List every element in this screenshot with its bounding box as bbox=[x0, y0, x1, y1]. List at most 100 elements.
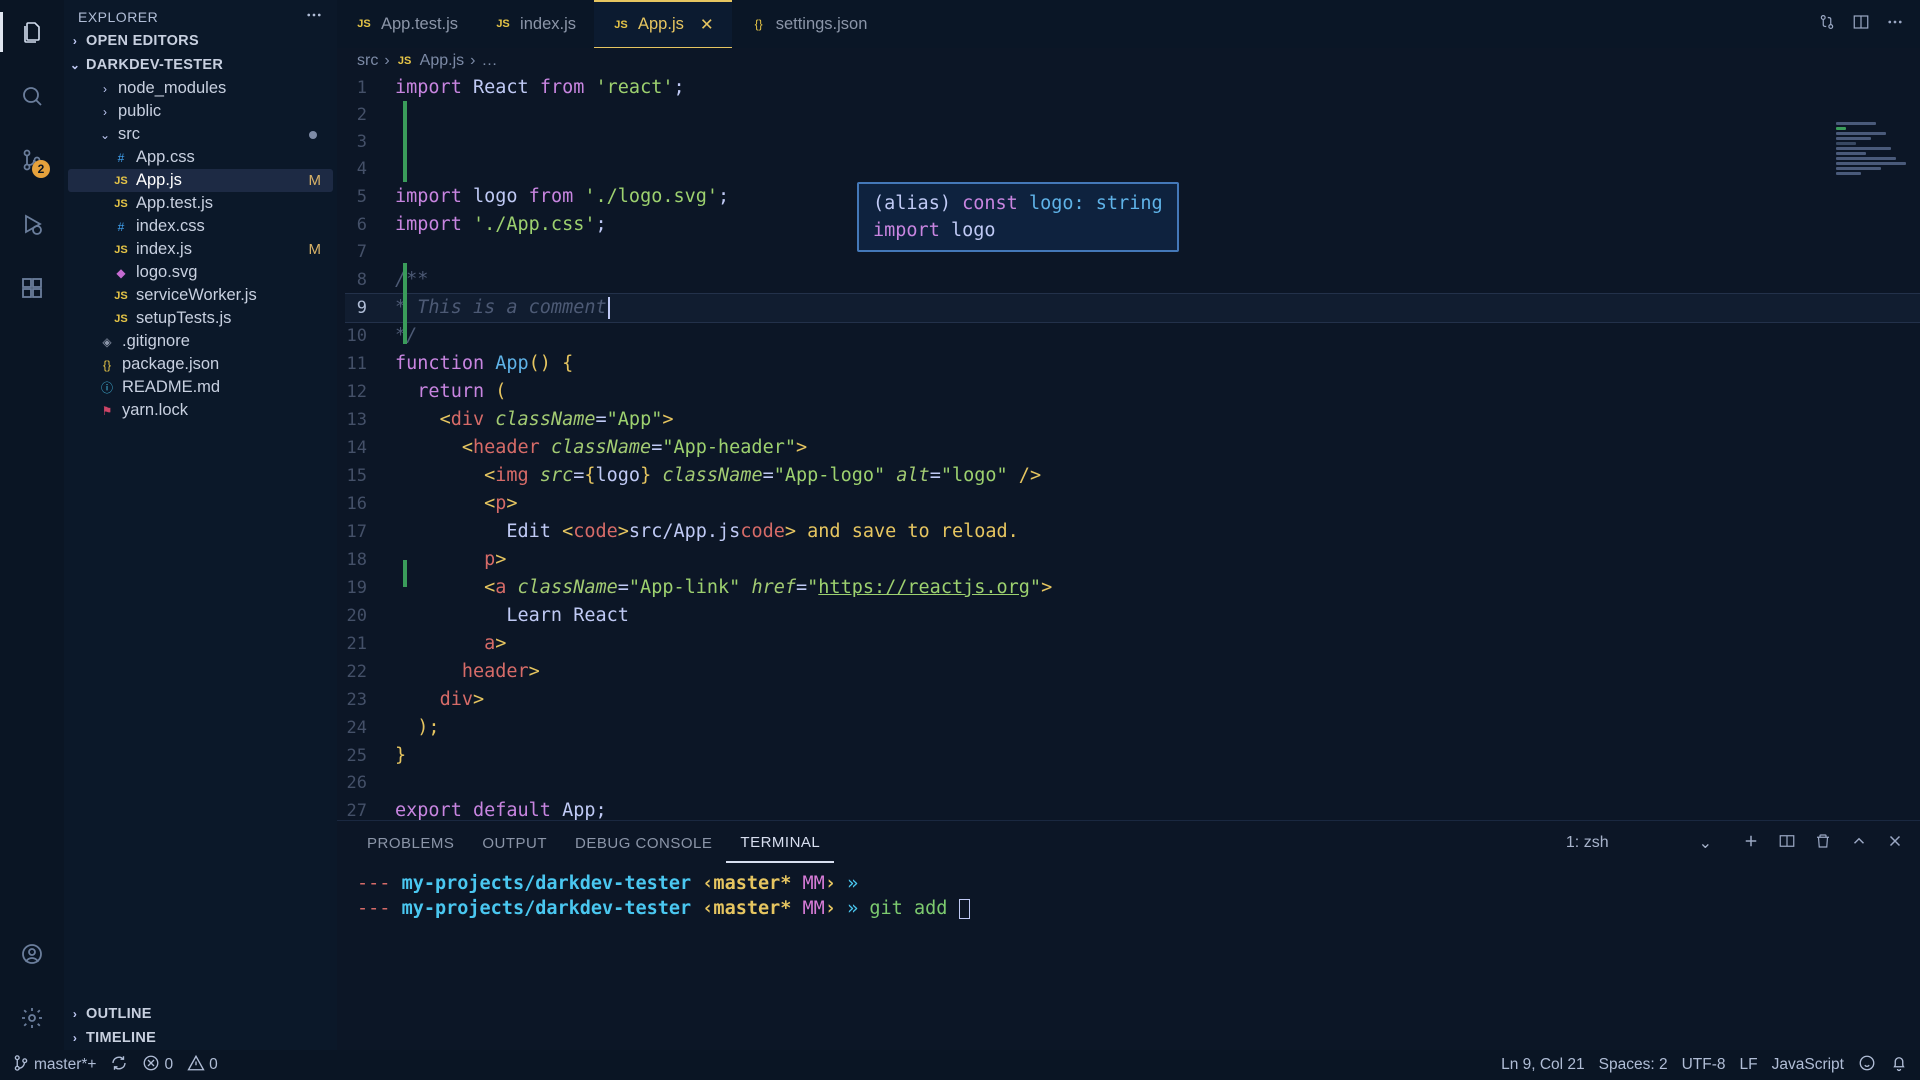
line-number: 25 bbox=[345, 743, 395, 770]
js-icon: JS bbox=[112, 290, 130, 302]
status-bell[interactable] bbox=[1890, 1054, 1908, 1077]
tree-file[interactable]: JSindex.jsM bbox=[68, 238, 333, 261]
activity-explorer[interactable] bbox=[12, 12, 52, 52]
activity-scm[interactable]: 2 bbox=[12, 140, 52, 180]
project-section[interactable]: ⌄DARKDEV-TESTER bbox=[64, 53, 337, 77]
js-icon: JS bbox=[112, 244, 130, 256]
tree-file[interactable]: #index.css bbox=[68, 215, 333, 238]
tree-file[interactable]: ⚑yarn.lock bbox=[68, 399, 333, 422]
close-icon[interactable] bbox=[1886, 832, 1904, 855]
status-branch[interactable]: master*+ bbox=[12, 1054, 96, 1077]
code-line: 16 <p> bbox=[345, 490, 1920, 518]
activity-accounts[interactable] bbox=[12, 934, 52, 974]
code-line: 19 <a className="App-link" href="https:/… bbox=[345, 574, 1920, 602]
split-terminal-icon[interactable] bbox=[1778, 832, 1796, 855]
chevron-down-icon: ⌄ bbox=[98, 128, 112, 142]
line-number: 23 bbox=[345, 687, 395, 714]
activity-bar: 2 bbox=[0, 0, 64, 1050]
gear-icon bbox=[20, 1006, 44, 1030]
warning-icon bbox=[187, 1054, 205, 1077]
new-terminal-icon[interactable] bbox=[1742, 832, 1760, 855]
editor-tab[interactable]: JSApp.test.js bbox=[337, 0, 476, 48]
line-number: 7 bbox=[345, 239, 395, 266]
tree-label: App.test.js bbox=[136, 194, 213, 213]
panel-tab-problems[interactable]: PROBLEMS bbox=[353, 825, 468, 862]
line-number: 3 bbox=[345, 129, 395, 156]
open-editors-section[interactable]: ›OPEN EDITORS bbox=[64, 29, 337, 53]
tree-label: logo.svg bbox=[136, 263, 197, 282]
breadcrumb[interactable]: src› JS App.js› … bbox=[337, 48, 1920, 74]
tree-file[interactable]: ◆logo.svg bbox=[68, 261, 333, 284]
line-number: 14 bbox=[345, 435, 395, 462]
line-number: 27 bbox=[345, 798, 395, 820]
status-errors[interactable]: 0 bbox=[142, 1054, 173, 1077]
code-editor[interactable]: (alias) const logo: string import logo 1… bbox=[337, 74, 1920, 820]
status-spaces[interactable]: Spaces: 2 bbox=[1599, 1056, 1668, 1074]
extensions-icon bbox=[20, 276, 44, 300]
trash-icon[interactable] bbox=[1814, 832, 1832, 855]
activity-extensions[interactable] bbox=[12, 268, 52, 308]
activity-search[interactable] bbox=[12, 76, 52, 116]
tree-file[interactable]: #App.css bbox=[68, 146, 333, 169]
status-warnings[interactable]: 0 bbox=[187, 1054, 218, 1077]
more-icon[interactable] bbox=[1886, 13, 1904, 36]
tree-label: package.json bbox=[122, 355, 219, 374]
tree-file[interactable]: JSserviceWorker.js bbox=[68, 284, 333, 307]
panel-tab-debug[interactable]: DEBUG CONSOLE bbox=[561, 825, 726, 862]
tree-label: index.js bbox=[136, 240, 192, 259]
status-lncol[interactable]: Ln 9, Col 21 bbox=[1501, 1056, 1585, 1074]
line-number: 15 bbox=[345, 463, 395, 490]
tree-label: README.md bbox=[122, 378, 220, 397]
status-encoding[interactable]: UTF-8 bbox=[1682, 1056, 1726, 1074]
sidebar: EXPLORER ›OPEN EDITORS ⌄DARKDEV-TESTER ›… bbox=[64, 0, 337, 1050]
code-line: 9 * This is a comment bbox=[345, 293, 1920, 323]
status-eol[interactable]: LF bbox=[1740, 1056, 1758, 1074]
js-icon: JS bbox=[112, 313, 130, 325]
json-icon: {} bbox=[98, 358, 116, 372]
tree-folder[interactable]: ⌄src bbox=[68, 123, 333, 146]
tree-file[interactable]: JSApp.jsM bbox=[68, 169, 333, 192]
line-number: 24 bbox=[345, 715, 395, 742]
tree-file[interactable]: ⓘ README.md bbox=[68, 376, 333, 399]
terminal[interactable]: --- my-projects/darkdev-tester ‹master* … bbox=[337, 865, 1920, 1050]
close-icon[interactable]: ✕ bbox=[700, 15, 714, 35]
activity-settings[interactable] bbox=[12, 998, 52, 1038]
code-line: 21 a> bbox=[345, 630, 1920, 658]
chevron-up-icon[interactable] bbox=[1850, 832, 1868, 855]
more-icon[interactable] bbox=[305, 6, 323, 27]
git-status: M bbox=[309, 172, 322, 189]
activity-debug[interactable] bbox=[12, 204, 52, 244]
status-language[interactable]: JavaScript bbox=[1772, 1056, 1844, 1074]
timeline-section[interactable]: ›TIMELINE bbox=[64, 1026, 337, 1050]
css-icon: # bbox=[112, 220, 130, 234]
line-number: 12 bbox=[345, 379, 395, 406]
code-line: 14 <header className="App-header"> bbox=[345, 434, 1920, 462]
editor-tab[interactable]: JSindex.js bbox=[476, 0, 594, 48]
status-feedback[interactable] bbox=[1858, 1054, 1876, 1077]
hover-tooltip: (alias) const logo: string import logo bbox=[857, 182, 1179, 252]
tab-label: settings.json bbox=[776, 15, 868, 34]
editor-tab[interactable]: JSApp.js✕ bbox=[594, 0, 732, 48]
panel-tab-output[interactable]: OUTPUT bbox=[468, 825, 561, 862]
account-icon bbox=[20, 942, 44, 966]
code-line: 15 <img src={logo} className="App-logo" … bbox=[345, 462, 1920, 490]
line-number: 11 bbox=[345, 351, 395, 378]
outline-section[interactable]: ›OUTLINE bbox=[64, 1002, 337, 1026]
split-editor-icon[interactable] bbox=[1852, 13, 1870, 36]
status-sync[interactable] bbox=[110, 1054, 128, 1077]
tree-folder[interactable]: ›node_modules bbox=[68, 77, 333, 100]
code-line: 18 p> bbox=[345, 546, 1920, 574]
terminal-selector[interactable]: 1: zsh⌄ bbox=[1554, 830, 1724, 856]
tree-file[interactable]: JSApp.test.js bbox=[68, 192, 333, 215]
tab-label: App.test.js bbox=[381, 15, 458, 34]
md-icon: ⓘ bbox=[98, 379, 116, 396]
tree-file[interactable]: ◈.gitignore bbox=[68, 330, 333, 353]
editor-tab[interactable]: {}settings.json bbox=[732, 0, 886, 48]
compare-changes-icon[interactable] bbox=[1818, 13, 1836, 36]
panel-tab-terminal[interactable]: TERMINAL bbox=[726, 824, 834, 863]
tree-file[interactable]: JSsetupTests.js bbox=[68, 307, 333, 330]
chevron-right-icon: › bbox=[98, 105, 112, 119]
tree-file[interactable]: {} package.json bbox=[68, 353, 333, 376]
line-number: 8 bbox=[345, 267, 395, 294]
tree-folder[interactable]: ›public bbox=[68, 100, 333, 123]
